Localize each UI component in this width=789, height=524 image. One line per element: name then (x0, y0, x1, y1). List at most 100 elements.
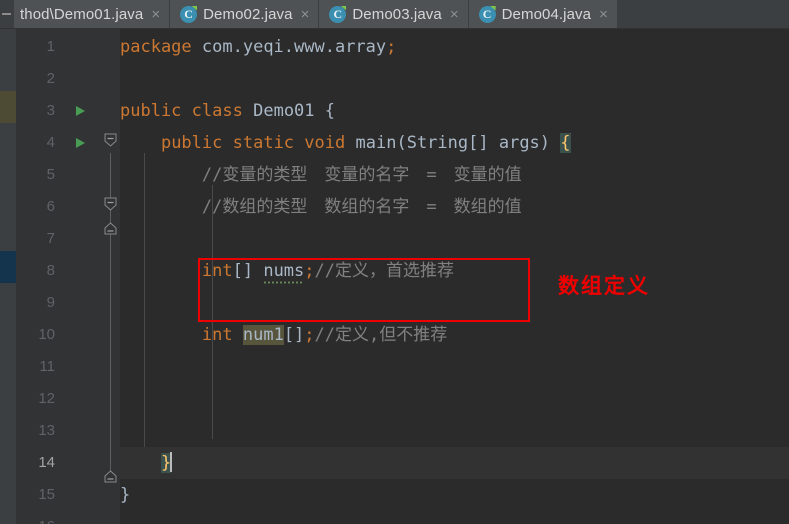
line-number: 13 (38, 422, 55, 439)
code-line[interactable] (120, 287, 789, 319)
gutter-line[interactable]: 13 (16, 415, 102, 447)
code-token: [] (232, 261, 264, 281)
editor-tab-demo02[interactable]: C Demo02.java × (170, 0, 320, 28)
editor-tab-demo01[interactable]: thod\Demo01.java × (14, 0, 171, 28)
code-token: //定义，首选推荐 (314, 261, 455, 281)
editor-fold-column[interactable] (102, 29, 120, 524)
gutter-line[interactable]: 6 (16, 191, 102, 223)
editor-tab-label: thod\Demo01.java (20, 5, 144, 23)
code-line[interactable]: package com.yeqi.www.array; (120, 31, 789, 63)
gutter-line[interactable]: 11 (16, 351, 102, 383)
code-canvas[interactable]: package com.yeqi.www.array; public class … (120, 29, 789, 524)
code-token: { (324, 101, 336, 121)
code-line[interactable]: } (120, 479, 789, 511)
gutter-line[interactable]: 3 (16, 95, 102, 127)
close-icon[interactable]: × (301, 7, 310, 22)
annotation-red-label: 数组定义 (558, 274, 650, 298)
gutter-line[interactable]: 14 (16, 447, 102, 479)
code-line[interactable]: //数组的类型 数组的名字 = 数组的值 (120, 191, 789, 223)
code-line[interactable] (120, 223, 789, 255)
run-triangle-icon[interactable] (76, 106, 85, 116)
line-number: 1 (46, 38, 55, 55)
line-number: 10 (38, 326, 55, 343)
code-token: package (120, 37, 192, 57)
code-line[interactable] (120, 63, 789, 95)
code-token: int (201, 325, 233, 345)
fold-end-region-icon[interactable] (104, 221, 117, 236)
gutter-line[interactable]: 5 (16, 159, 102, 191)
gutter-line[interactable]: 4 (16, 127, 102, 159)
code-token: ) (539, 133, 561, 153)
gutter-line[interactable]: 2 (16, 63, 102, 95)
vcs-marker-added[interactable] (0, 251, 16, 283)
code-token: int (201, 261, 233, 281)
gutter-line[interactable]: 15 (16, 479, 102, 511)
code-line[interactable]: int num1[];//定义,但不推荐 (120, 319, 789, 351)
code-token: { (560, 133, 571, 153)
code-token: public (120, 101, 182, 121)
code-token: [] (468, 133, 499, 153)
line-number: 3 (46, 102, 55, 119)
java-class-icon: C (329, 5, 347, 23)
java-class-icon: C (478, 5, 496, 23)
code-token: public (160, 133, 223, 153)
line-number: 9 (46, 294, 55, 311)
line-number: 5 (46, 166, 55, 183)
close-icon[interactable]: × (450, 7, 459, 22)
editor-tab-demo04[interactable]: C Demo04.java × (468, 0, 618, 28)
vcs-marker-strip[interactable] (0, 29, 16, 524)
code-token: [] (283, 325, 305, 345)
code-line[interactable] (120, 415, 789, 447)
gutter-line[interactable]: 10 (16, 319, 102, 351)
editor-area: 12345678910111213141516 (0, 29, 789, 524)
code-token: ( (396, 133, 407, 153)
code-token: //数组的类型 数组的名字 = 数组的值 (201, 197, 522, 217)
gutter-line[interactable]: 8 (16, 255, 102, 287)
line-number: 14 (38, 454, 55, 471)
line-number: 12 (38, 390, 55, 407)
line-number: 6 (46, 198, 55, 215)
code-token: com.yeqi.www.array (201, 37, 387, 57)
gutter-line[interactable]: 16 (16, 511, 102, 524)
code-line[interactable]: public class Demo01 { (120, 95, 789, 127)
fold-collapse-region-icon[interactable] (104, 197, 117, 212)
code-line[interactable] (120, 383, 789, 415)
vcs-marker-modified[interactable] (0, 91, 16, 123)
code-token: //定义,但不推荐 (314, 325, 448, 345)
editor-tab-label: Demo04.java (501, 5, 592, 23)
fold-end-method-icon[interactable] (104, 469, 117, 484)
code-line[interactable]: int[] nums;//定义，首选推荐 (120, 255, 789, 287)
code-token: ; (304, 261, 315, 281)
line-number: 7 (46, 230, 55, 247)
editor-tab-demo03[interactable]: C Demo03.java × (319, 0, 469, 28)
gutter-line[interactable]: 9 (16, 287, 102, 319)
code-line[interactable] (120, 351, 789, 383)
code-token: ; (386, 37, 397, 57)
code-token: args (498, 133, 540, 153)
editor-gutter[interactable]: 12345678910111213141516 (16, 29, 102, 524)
code-token: void (304, 133, 346, 153)
code-token: Demo01 (253, 101, 315, 121)
code-line[interactable]: //变量的类型 变量的名字 = 变量的值 (120, 159, 789, 191)
code-line[interactable]: public static void main(String[] args) { (120, 127, 789, 159)
close-icon[interactable]: × (599, 7, 608, 22)
gutter-line[interactable]: 1 (16, 31, 102, 63)
code-token: nums (263, 261, 305, 285)
fold-collapse-method-icon[interactable] (104, 133, 117, 148)
gutter-line[interactable]: 12 (16, 383, 102, 415)
run-triangle-icon[interactable] (76, 138, 85, 148)
close-icon[interactable]: × (151, 7, 160, 22)
gutter-line[interactable]: 7 (16, 223, 102, 255)
code-token: String (406, 133, 469, 153)
code-line[interactable]: } (120, 447, 789, 479)
